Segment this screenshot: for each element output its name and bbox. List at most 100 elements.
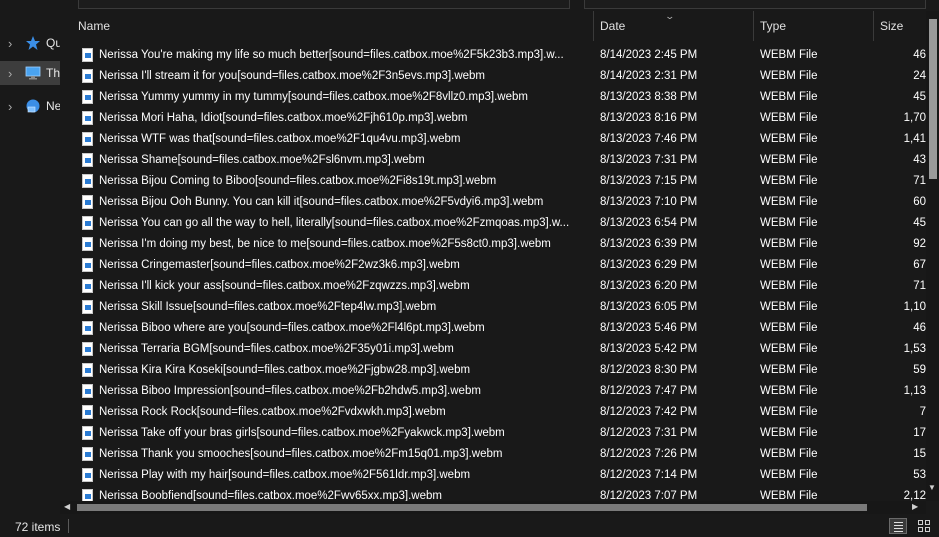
file-name: Nerissa Bijou Ooh Bunny. You can kill it…: [99, 196, 544, 208]
file-date: 8/13/2023 8:38 PM: [600, 91, 698, 103]
table-row[interactable]: Nerissa Biboo where are you[sound=files.…: [60, 318, 926, 339]
file-size: 46: [913, 322, 926, 334]
chevron-right-icon[interactable]: ›: [8, 36, 12, 51]
scroll-down-arrow-icon[interactable]: ▼: [928, 483, 936, 492]
details-view-icon[interactable]: [889, 518, 907, 534]
webm-file-icon: [82, 279, 93, 293]
file-name: Nerissa Kira Kira Koseki[sound=files.cat…: [99, 364, 471, 376]
file-size: 46: [913, 49, 926, 61]
table-row[interactable]: Nerissa Mori Haha, Idiot[sound=files.cat…: [60, 108, 926, 129]
search-box[interactable]: [584, 0, 926, 9]
file-size: 45: [913, 217, 926, 229]
table-row[interactable]: Nerissa I'll stream it for you[sound=fil…: [60, 66, 926, 87]
file-date: 8/12/2023 7:42 PM: [600, 406, 698, 418]
column-header: Name Date ⌄ Type Size: [60, 11, 926, 41]
chevron-right-icon[interactable]: ›: [8, 99, 12, 114]
file-type: WEBM File: [760, 385, 818, 397]
file-date: 8/13/2023 7:10 PM: [600, 196, 698, 208]
table-row[interactable]: Nerissa Biboo Impression[sound=files.cat…: [60, 381, 926, 402]
webm-file-icon: [82, 384, 93, 398]
file-name: Nerissa Bijou Coming to Biboo[sound=file…: [99, 175, 497, 187]
horizontal-scrollbar[interactable]: ◀ ▶: [60, 501, 926, 514]
table-row[interactable]: Nerissa Take off your bras girls[sound=f…: [60, 423, 926, 444]
table-row[interactable]: Nerissa Skill Issue[sound=files.catbox.m…: [60, 297, 926, 318]
sort-descending-icon: ⌄: [664, 11, 676, 21]
file-name: Nerissa You're making my life so much be…: [99, 49, 564, 61]
webm-file-icon: [82, 153, 93, 167]
webm-file-icon: [82, 132, 93, 146]
table-row[interactable]: Nerissa You can go all the way to hell, …: [60, 213, 926, 234]
file-name: Nerissa I'll stream it for you[sound=fil…: [99, 70, 486, 82]
webm-file-icon: [82, 363, 93, 377]
file-name: Nerissa Biboo where are you[sound=files.…: [99, 322, 485, 334]
file-size: 7: [919, 406, 926, 418]
table-row[interactable]: Nerissa Kira Kira Koseki[sound=files.cat…: [60, 360, 926, 381]
file-size: 43: [913, 154, 926, 166]
scroll-right-arrow-icon[interactable]: ▶: [912, 502, 918, 511]
table-row[interactable]: Nerissa Shame[sound=files.catbox.moe%2Fs…: [60, 150, 926, 171]
webm-file-icon: [82, 300, 93, 314]
file-type: WEBM File: [760, 427, 818, 439]
file-name: Nerissa I'm doing my best, be nice to me…: [99, 238, 551, 250]
file-type: WEBM File: [760, 91, 818, 103]
column-name[interactable]: Name: [72, 11, 592, 41]
navigation-pane: › Qu › Th › Ne: [0, 11, 62, 515]
file-date: 8/13/2023 5:42 PM: [600, 343, 698, 355]
file-size: 1,10: [903, 301, 926, 313]
vertical-scrollbar[interactable]: ▼: [926, 11, 939, 501]
table-row[interactable]: Nerissa Rock Rock[sound=files.catbox.moe…: [60, 402, 926, 423]
large-icons-view-icon[interactable]: [915, 518, 933, 534]
file-type: WEBM File: [760, 175, 818, 187]
table-row[interactable]: Nerissa Yummy yummy in my tummy[sound=fi…: [60, 87, 926, 108]
file-size: 92: [913, 238, 926, 250]
nav-item-this-pc[interactable]: › Th: [0, 61, 60, 85]
table-row[interactable]: Nerissa Bijou Coming to Biboo[sound=file…: [60, 171, 926, 192]
file-name: Nerissa Take off your bras girls[sound=f…: [99, 427, 505, 439]
file-date: 8/13/2023 5:46 PM: [600, 322, 698, 334]
webm-file-icon: [82, 447, 93, 461]
file-type: WEBM File: [760, 406, 818, 418]
table-row[interactable]: Nerissa Cringemaster[sound=files.catbox.…: [60, 255, 926, 276]
status-bar: 72 items: [0, 515, 939, 537]
pc-icon: [25, 66, 41, 80]
file-name: Nerissa Biboo Impression[sound=files.cat…: [99, 385, 481, 397]
file-date: 8/13/2023 8:16 PM: [600, 112, 698, 124]
network-icon: [26, 99, 40, 113]
file-date: 8/12/2023 7:31 PM: [600, 427, 698, 439]
scrollbar-thumb[interactable]: [77, 504, 867, 511]
column-type[interactable]: Type: [754, 11, 872, 41]
status-divider: [68, 519, 69, 533]
table-row[interactable]: Nerissa You're making my life so much be…: [60, 45, 926, 66]
scrollbar-thumb[interactable]: [929, 19, 937, 179]
table-row[interactable]: Nerissa I'll kick your ass[sound=files.c…: [60, 276, 926, 297]
table-row[interactable]: Nerissa Bijou Ooh Bunny. You can kill it…: [60, 192, 926, 213]
webm-file-icon: [82, 468, 93, 482]
nav-item-quick-access[interactable]: › Qu: [0, 31, 62, 55]
table-row[interactable]: Nerissa I'm doing my best, be nice to me…: [60, 234, 926, 255]
file-type: WEBM File: [760, 112, 818, 124]
file-name: Nerissa Terraria BGM[sound=files.catbox.…: [99, 343, 454, 355]
file-size: 15: [913, 448, 926, 460]
file-type: WEBM File: [760, 217, 818, 229]
address-bar[interactable]: [78, 0, 570, 9]
file-date: 8/13/2023 6:05 PM: [600, 301, 698, 313]
nav-item-network[interactable]: › Ne: [0, 94, 61, 118]
file-size: 24: [913, 70, 926, 82]
table-row[interactable]: Nerissa Play with my hair[sound=files.ca…: [60, 465, 926, 486]
file-date: 8/12/2023 7:26 PM: [600, 448, 698, 460]
file-type: WEBM File: [760, 259, 818, 271]
chevron-right-icon[interactable]: ›: [8, 66, 12, 81]
file-name: Nerissa Yummy yummy in my tummy[sound=fi…: [99, 91, 528, 103]
file-name: Nerissa Rock Rock[sound=files.catbox.moe…: [99, 406, 446, 418]
scroll-left-arrow-icon[interactable]: ◀: [64, 502, 70, 511]
table-row[interactable]: Nerissa Terraria BGM[sound=files.catbox.…: [60, 339, 926, 360]
file-name: Nerissa Play with my hair[sound=files.ca…: [99, 469, 471, 481]
file-date: 8/13/2023 7:15 PM: [600, 175, 698, 187]
webm-file-icon: [82, 195, 93, 209]
column-size[interactable]: Size: [874, 11, 926, 41]
file-type: WEBM File: [760, 133, 818, 145]
table-row[interactable]: Nerissa WTF was that[sound=files.catbox.…: [60, 129, 926, 150]
file-date: 8/14/2023 2:31 PM: [600, 70, 698, 82]
table-row[interactable]: Nerissa Thank you smooches[sound=files.c…: [60, 444, 926, 465]
file-size: 1,70: [903, 112, 926, 124]
